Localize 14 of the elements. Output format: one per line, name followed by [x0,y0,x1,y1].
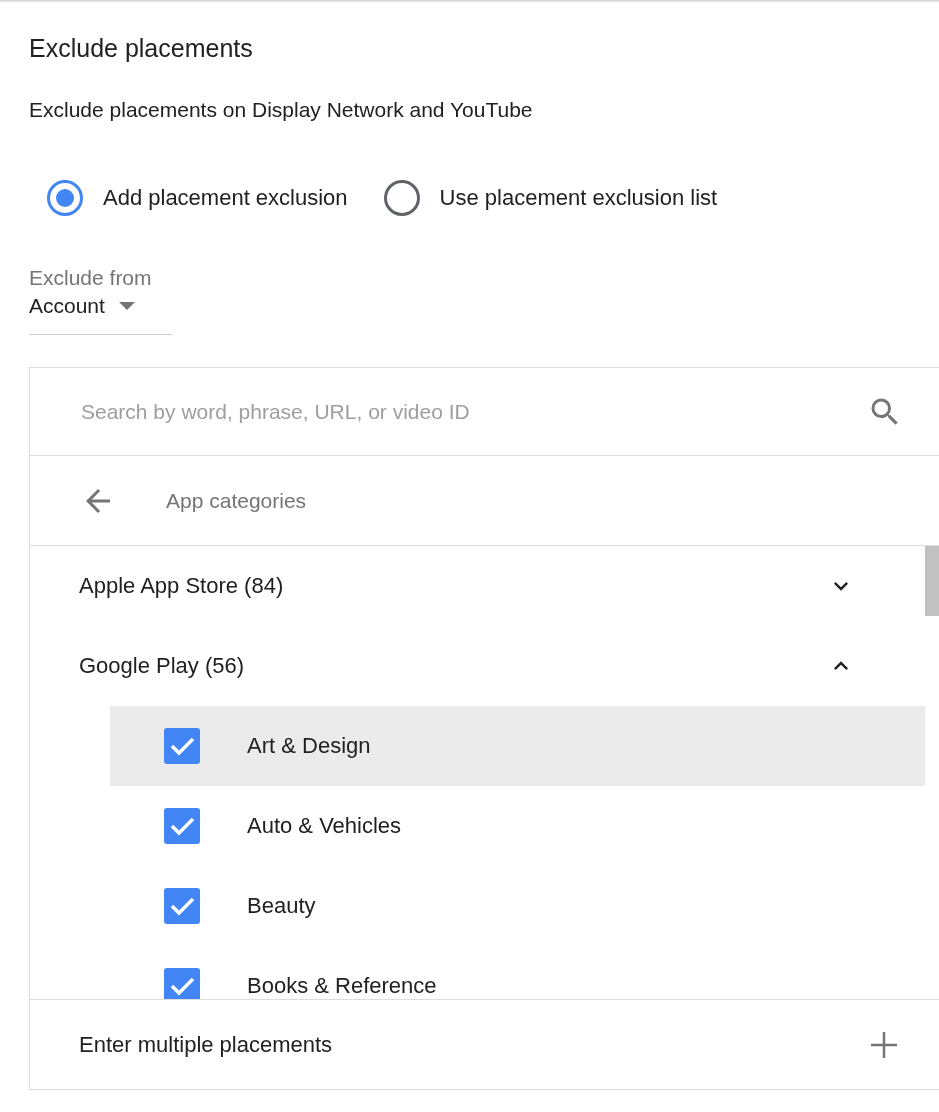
section-subtitle: Exclude placements on Display Network and YouTube [29,97,534,123]
section-title: Exclude placements [29,33,254,64]
breadcrumb-title: App categories [166,488,307,513]
radio-option[interactable]: Use placement exclusion list [383,180,718,216]
radio-option[interactable]: Add placement exclusion [47,180,348,216]
category-row[interactable]: Google Play (56) [30,626,925,706]
category-item[interactable]: Auto & Vehicles [110,786,925,866]
category-row[interactable]: Apple App Store (84) [30,546,925,626]
field-label: Exclude from [29,265,153,291]
category-item[interactable]: Beauty [110,866,925,946]
account-dropdown[interactable]: Account [29,292,135,320]
category-item[interactable]: Art & Design [110,706,925,786]
category-item[interactable]: Books & Reference [110,946,925,999]
enter-multiple-placements-row[interactable]: Enter multiple placements [30,1000,939,1089]
